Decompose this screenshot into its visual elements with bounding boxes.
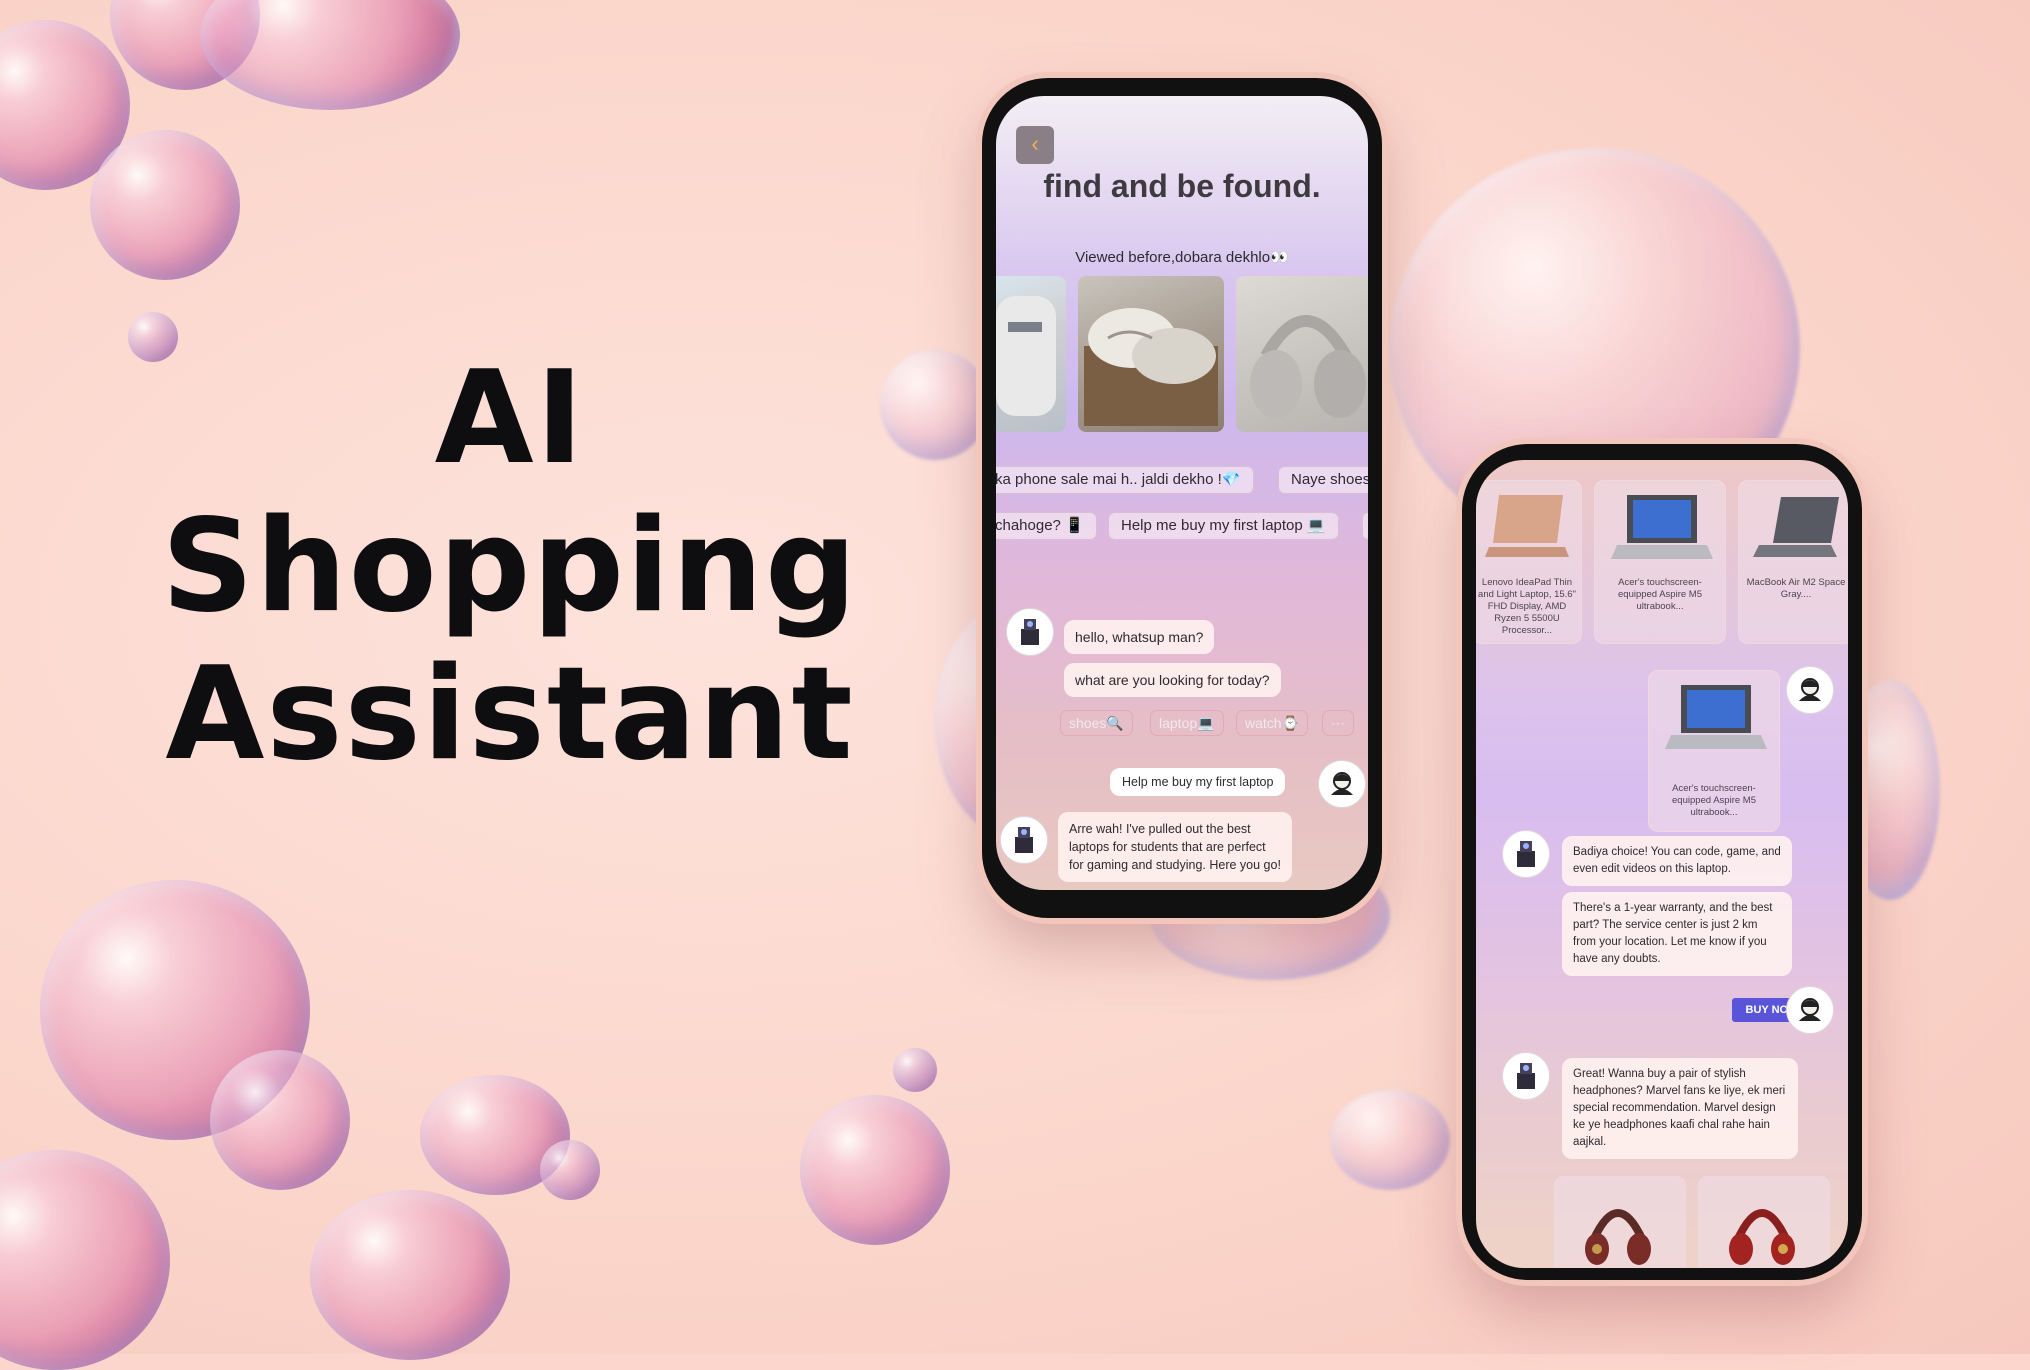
headline-line-3: Assistant — [165, 640, 855, 789]
product-card-headphones[interactable] — [1698, 1176, 1830, 1268]
product-card-acer[interactable]: Acer's touchscreen-equipped Aspire M5 ul… — [1594, 480, 1726, 644]
bot-avatar — [1000, 816, 1048, 864]
phone-left: ‹ find and be found. Viewed before,dobar… — [982, 78, 1382, 918]
phone-left-screen: ‹ find and be found. Viewed before,dobar… — [996, 96, 1368, 890]
bot-avatar — [1006, 608, 1054, 656]
user-avatar — [1318, 760, 1366, 808]
bubble-decoration — [540, 1140, 600, 1200]
bot-avatar — [1502, 830, 1550, 878]
viewed-product-headphones[interactable] — [1236, 276, 1368, 432]
bubble-decoration — [800, 1095, 950, 1245]
phone-right: Lenovo IdeaPad Thin and Light Laptop, 15… — [1462, 444, 1862, 1280]
bubble-decoration — [310, 1190, 510, 1360]
back-button[interactable]: ‹ — [1016, 126, 1054, 164]
product-card-macbook[interactable]: MacBook Air M2 Space Gray.... — [1738, 480, 1848, 644]
page-title: find and be found. — [1043, 168, 1321, 204]
laptop-image — [1485, 495, 1569, 557]
user-icon — [1331, 772, 1353, 795]
quick-reply-shoes[interactable]: shoes🔍 — [1060, 710, 1133, 736]
bot-message: Arre wah! I've pulled out the best lapto… — [1058, 812, 1292, 882]
user-icon — [1799, 998, 1821, 1021]
quick-reply-more[interactable]: ⋯ — [1322, 710, 1354, 736]
robot-icon — [1015, 827, 1033, 853]
suggestion-chip[interactable]: Help me buy my first laptop 💻 — [1108, 512, 1339, 540]
robot-icon — [1517, 841, 1535, 867]
headline-line-1: AI — [434, 344, 586, 493]
user-message: Help me buy my first laptop — [1110, 768, 1286, 796]
suggestion-chip[interactable]: ka phone sale mai h.. jaldi dekho !💎 — [996, 466, 1254, 494]
headphones-image — [1250, 315, 1366, 418]
product-caption: Acer's touchscreen-equipped Aspire M5 ul… — [1618, 577, 1702, 612]
viewed-before-label: Viewed before,dobara dekhlo👀 — [1075, 249, 1289, 266]
laptop-image — [1611, 495, 1713, 559]
headphones-image — [1729, 1209, 1795, 1265]
product-card-lenovo[interactable]: Lenovo IdeaPad Thin and Light Laptop, 15… — [1476, 480, 1582, 644]
robot-icon — [1517, 1063, 1535, 1089]
quick-reply-watch[interactable]: watch⌚ — [1236, 710, 1309, 736]
quick-reply-laptop[interactable]: laptop💻 — [1150, 710, 1224, 736]
bubble-decoration — [1330, 1090, 1450, 1190]
product-card-headphones[interactable] — [1554, 1176, 1686, 1268]
user-avatar — [1786, 986, 1834, 1034]
product-caption: MacBook Air M2 Space Gray.... — [1746, 577, 1846, 600]
user-avatar — [1786, 666, 1834, 714]
user-icon — [1799, 678, 1821, 701]
hoodie-image — [996, 296, 1056, 416]
product-caption: Acer's touchscreen-equipped Aspire M5 ul… — [1672, 783, 1756, 818]
bot-message: There's a 1-year warranty, and the best … — [1562, 892, 1792, 976]
bubble-decoration — [90, 130, 240, 280]
selected-product-card[interactable]: Acer's touchscreen-equipped Aspire M5 ul… — [1648, 670, 1780, 832]
product-caption: Lenovo IdeaPad Thin and Light Laptop, 15… — [1478, 577, 1576, 636]
bot-message: Badiya choice! You can code, game, and e… — [1562, 836, 1792, 886]
phone-right-screen: Lenovo IdeaPad Thin and Light Laptop, 15… — [1476, 460, 1848, 1268]
bubble-decoration — [210, 1050, 350, 1190]
bot-avatar — [1502, 1052, 1550, 1100]
sneakers-image — [1084, 308, 1218, 426]
viewed-product-sneakers[interactable] — [1078, 276, 1224, 432]
laptop-image — [1665, 685, 1767, 749]
bot-message: Great! Wanna buy a pair of stylish headp… — [1562, 1058, 1798, 1159]
suggestion-chip[interactable]: chahoge? 📱 — [996, 512, 1097, 540]
suggestion-chip[interactable]: Naye shoes — [1278, 466, 1368, 494]
robot-icon — [1021, 619, 1039, 645]
laptop-image — [1753, 497, 1839, 557]
headline: AI Shopping Assistant — [110, 345, 910, 789]
suggestion-chip[interactable] — [1362, 512, 1368, 540]
bubble-decoration — [893, 1048, 937, 1092]
chevron-left-icon: ‹ — [1031, 131, 1039, 156]
headline-line-2: Shopping — [161, 492, 859, 641]
bot-message: hello, whatsup man? — [1064, 620, 1215, 654]
viewed-product-hoodie[interactable] — [996, 276, 1066, 432]
headphones-image — [1585, 1209, 1651, 1265]
bot-message: what are you looking for today? — [1064, 663, 1281, 697]
